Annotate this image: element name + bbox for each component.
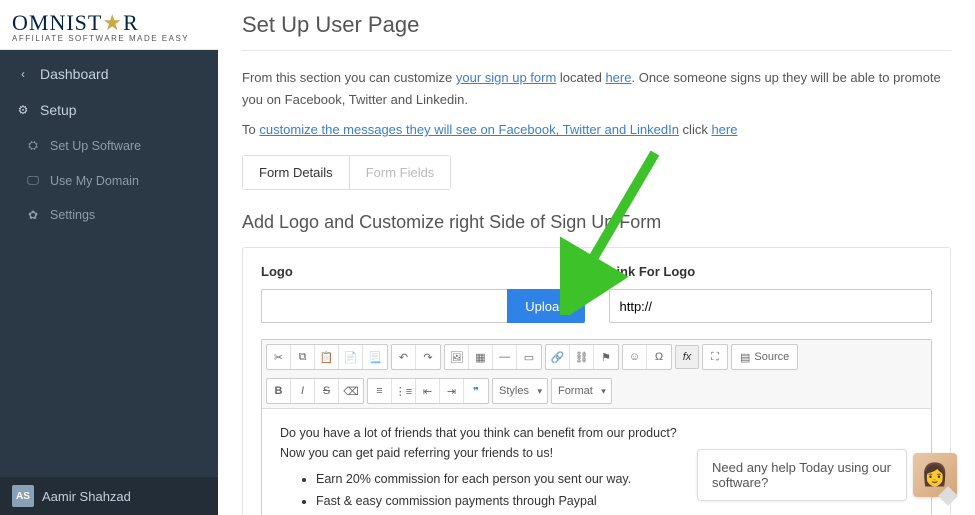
nav-settings[interactable]: ✿ Settings xyxy=(0,198,218,232)
nav-setup-label: Setup xyxy=(40,102,77,118)
copy-icon[interactable]: ⧉ xyxy=(291,345,315,369)
section-heading: Add Logo and Customize right Side of Sig… xyxy=(242,212,951,233)
source-icon: ▤ xyxy=(740,351,750,364)
main-content: Set Up User Page From this section you c… xyxy=(218,0,975,515)
logo-link-input[interactable] xyxy=(609,289,933,323)
table-icon[interactable]: ▦ xyxy=(469,345,493,369)
removeformat-icon[interactable]: ⌫ xyxy=(339,379,363,403)
specialchar-icon[interactable]: Ω xyxy=(647,345,671,369)
link-here-1[interactable]: here xyxy=(605,70,631,85)
smiley-icon[interactable]: ☺ xyxy=(623,345,647,369)
gear-icon: ✿ xyxy=(26,208,40,222)
intro-paragraph-2: To customize the messages they will see … xyxy=(242,119,951,141)
logo-word-b: R xyxy=(123,10,139,35)
page-title: Set Up User Page xyxy=(242,12,951,38)
user-name: Aamir Shahzad xyxy=(42,489,131,504)
link-signup-form[interactable]: your sign up form xyxy=(456,70,556,85)
bold-icon[interactable]: B xyxy=(267,379,291,403)
link-customize-messages[interactable]: customize the messages they will see on … xyxy=(259,122,679,137)
logo: OMNIST★R AFFILIATE SOFTWARE MADE EASY xyxy=(0,0,218,50)
bullet-list-icon[interactable]: ⋮≡ xyxy=(392,379,416,403)
blockquote-icon[interactable]: ❞ xyxy=(464,379,488,403)
chat-widget[interactable]: Need any help Today using our software? … xyxy=(697,449,957,501)
nav-setup-software[interactable]: ⛭ Set Up Software xyxy=(0,128,218,163)
editor-toolbar: ✂ ⧉ 📋 📄 📃 ↶ ↷ 🖼 ▦ ― ▭ 🔗 xyxy=(262,340,931,409)
format-select[interactable]: Format xyxy=(551,378,612,404)
nav-item-label: Use My Domain xyxy=(50,174,139,188)
logo-word-a: OMNIST xyxy=(12,10,102,35)
embed-icon[interactable]: ▭ xyxy=(517,345,541,369)
nav-item-label: Settings xyxy=(50,208,95,222)
image-icon[interactable]: 🖼 xyxy=(445,345,469,369)
indent-icon[interactable]: ⇥ xyxy=(440,379,464,403)
user-bar[interactable]: AS Aamir Shahzad xyxy=(0,477,218,515)
logo-file-input[interactable] xyxy=(261,289,507,323)
upload-group: Upload xyxy=(261,289,585,323)
strike-icon[interactable]: S xyxy=(315,379,339,403)
nav-dashboard[interactable]: ‹ Dashboard xyxy=(0,56,218,92)
styles-select[interactable]: Styles xyxy=(492,378,548,404)
redo-icon[interactable]: ↷ xyxy=(416,345,440,369)
logo-tagline: AFFILIATE SOFTWARE MADE EASY xyxy=(12,34,206,43)
sliders-icon: ⛭ xyxy=(26,138,40,153)
monitor-icon: 🖵 xyxy=(26,173,40,188)
fx-button[interactable]: fx xyxy=(675,345,699,369)
source-button[interactable]: ▤ Source xyxy=(731,344,798,370)
editor-line: Do you have a lot of friends that you th… xyxy=(280,423,913,443)
tabs: Form Details Form Fields xyxy=(242,155,451,190)
link-icon[interactable]: 🔗 xyxy=(546,345,570,369)
gauge-icon: ⚙ xyxy=(16,103,30,117)
paste-text-icon[interactable]: 📄 xyxy=(339,345,363,369)
nav-use-my-domain[interactable]: 🖵 Use My Domain xyxy=(0,163,218,198)
paste-word-icon[interactable]: 📃 xyxy=(363,345,387,369)
nav-setup[interactable]: ⚙ Setup xyxy=(0,92,218,128)
user-avatar: AS xyxy=(12,485,34,507)
chevron-left-icon: ‹ xyxy=(16,67,30,81)
intro-paragraph-1: From this section you can customize your… xyxy=(242,67,951,111)
hr-icon[interactable]: ― xyxy=(493,345,517,369)
link-label: Link For Logo xyxy=(609,264,933,279)
paste-icon[interactable]: 📋 xyxy=(315,345,339,369)
tab-form-details[interactable]: Form Details xyxy=(243,156,349,189)
sidebar: OMNIST★R AFFILIATE SOFTWARE MADE EASY ‹ … xyxy=(0,0,218,515)
divider xyxy=(242,50,951,51)
nav: ‹ Dashboard ⚙ Setup ⛭ Set Up Software 🖵 … xyxy=(0,50,218,232)
tab-form-fields[interactable]: Form Fields xyxy=(349,156,451,189)
undo-icon[interactable]: ↶ xyxy=(392,345,416,369)
anchor-icon[interactable]: ⚑ xyxy=(594,345,618,369)
upload-button[interactable]: Upload xyxy=(507,289,584,323)
cut-icon[interactable]: ✂ xyxy=(267,345,291,369)
logo-star-icon: ★ xyxy=(102,10,123,35)
logo-label: Logo xyxy=(261,264,585,279)
nav-item-label: Set Up Software xyxy=(50,139,141,153)
italic-icon[interactable]: I xyxy=(291,379,315,403)
outdent-icon[interactable]: ⇤ xyxy=(416,379,440,403)
unlink-icon[interactable]: ⛓ xyxy=(570,345,594,369)
maximize-icon[interactable]: ⛶ xyxy=(703,345,727,369)
numbered-list-icon[interactable]: ≡ xyxy=(368,379,392,403)
link-here-2[interactable]: here xyxy=(711,122,737,137)
nav-dashboard-label: Dashboard xyxy=(40,66,109,82)
chat-bubble[interactable]: Need any help Today using our software? xyxy=(697,449,907,501)
